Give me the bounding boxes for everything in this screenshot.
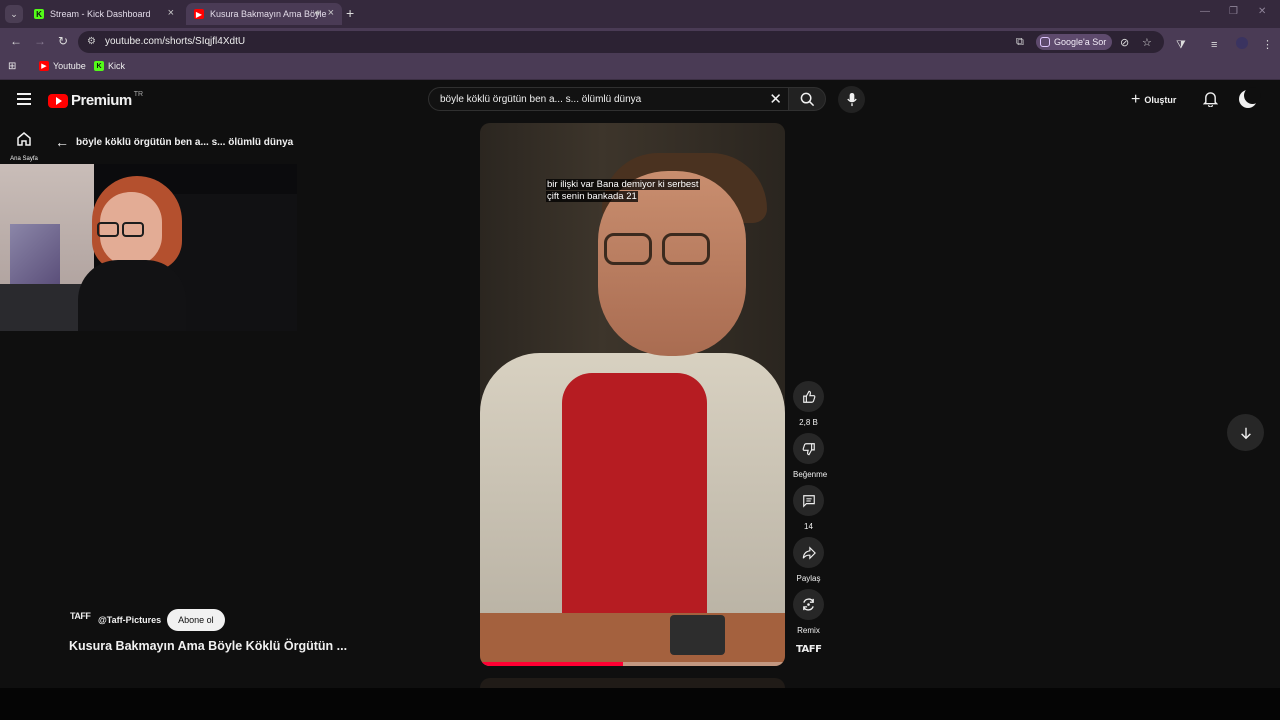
- moon-icon[interactable]: [1239, 87, 1261, 108]
- bottom-strip: [0, 688, 1280, 720]
- sidebar-item-home[interactable]: Ana Sayfa: [0, 131, 48, 162]
- close-tab-icon[interactable]: ×: [168, 7, 174, 19]
- home-icon: [17, 132, 31, 146]
- like-count: 2,8 B: [799, 418, 818, 427]
- profile-avatar[interactable]: [1236, 37, 1248, 49]
- tab-youtube-short[interactable]: ▶ Kusura Bakmayın Ama Böyle 🔊︎ ×: [186, 3, 342, 25]
- address-bar-row: ← → ↻ ⚙ youtube.com/shorts/SIqjfl4XdtU ⧉…: [0, 28, 1280, 56]
- channel-avatar-small[interactable]: TAFF: [796, 644, 822, 664]
- voice-search-button[interactable]: [838, 86, 865, 113]
- thumbs-down-icon: [802, 442, 815, 455]
- channel-avatar[interactable]: TAFF: [70, 611, 92, 629]
- site-info-icon[interactable]: ⚙: [87, 36, 96, 47]
- remix-icon: [803, 598, 814, 611]
- bell-icon: [1202, 92, 1219, 108]
- star-icon[interactable]: ☆: [1142, 36, 1152, 49]
- install-app-icon[interactable]: ⧉: [1016, 36, 1024, 49]
- youtube-icon: ▶: [194, 9, 204, 19]
- hamburger-menu-icon[interactable]: [17, 93, 31, 108]
- comment-icon: [802, 494, 815, 508]
- channel-row: TAFF @Taff-Pictures Abone ol: [70, 609, 225, 631]
- back-arrow-icon: ←: [55, 134, 69, 150]
- close-tab-icon[interactable]: ×: [328, 7, 334, 19]
- close-window-icon[interactable]: ✕: [1258, 6, 1266, 17]
- url-field[interactable]: ⚙ youtube.com/shorts/SIqjfl4XdtU ⧉ Googl…: [78, 31, 1164, 53]
- shorts-video-player[interactable]: bir ilişki var Bana demiyor ki serbest ç…: [480, 123, 785, 666]
- home-label: Ana Sayfa: [10, 156, 38, 162]
- tab-kick-dashboard[interactable]: K Stream - Kick Dashboard ×: [26, 3, 182, 25]
- google-ask-button[interactable]: Google'a Sor: [1036, 34, 1113, 50]
- eye-off-icon[interactable]: ⊘: [1120, 36, 1129, 49]
- share-label: Paylaş: [796, 574, 821, 583]
- tab-title: Kusura Bakmayın Ama Böyle: [210, 9, 327, 19]
- next-video-button[interactable]: [1227, 414, 1264, 451]
- search-button[interactable]: [788, 87, 826, 111]
- extensions-icon[interactable]: ⧩: [1176, 39, 1186, 52]
- webcam-overlay: [0, 164, 297, 331]
- new-tab-button[interactable]: +: [346, 5, 354, 21]
- like-button[interactable]: 2,8 B: [793, 381, 824, 427]
- tab-title: Stream - Kick Dashboard: [50, 9, 151, 19]
- menu-icon[interactable]: ⋮: [1262, 38, 1273, 51]
- bookmark-label: Youtube: [53, 61, 86, 71]
- restore-icon[interactable]: ❐: [1229, 6, 1238, 17]
- search-query: böyle köklü örgütün ben a... s... ölümlü…: [440, 94, 642, 105]
- url-text: youtube.com/shorts/SIqjfl4XdtU: [105, 36, 246, 47]
- google-lens-icon: [1040, 37, 1050, 47]
- remix-label: Remix: [797, 626, 820, 635]
- audio-icon[interactable]: 🔊︎: [315, 8, 320, 18]
- logo-region: TR: [133, 91, 144, 98]
- bookmark-kick[interactable]: K Kick: [94, 61, 125, 71]
- share-icon: [802, 545, 816, 560]
- youtube-premium-logo[interactable]: Premium TR: [48, 91, 144, 109]
- video-progress-fill: [480, 662, 624, 666]
- dislike-label: Beğenme: [793, 470, 828, 479]
- back-to-results[interactable]: ← böyle köklü örgütün ben a... s... ölüm…: [55, 134, 293, 150]
- share-button[interactable]: Paylaş: [793, 537, 824, 583]
- create-label: Oluştur: [1144, 95, 1177, 105]
- clear-search-icon[interactable]: ✕: [769, 90, 782, 108]
- subscribe-button[interactable]: Abone ol: [167, 609, 225, 631]
- avatar-text: TAFF: [796, 644, 822, 655]
- logo-word: Premium: [71, 92, 132, 109]
- create-button[interactable]: + Oluştur: [1131, 91, 1176, 109]
- dislike-button[interactable]: Beğenme: [793, 433, 828, 479]
- caption-line-2: çift senin bankada 21: [546, 191, 638, 202]
- video-caption: bir ilişki var Bana demiyor ki serbest ç…: [546, 179, 700, 203]
- reload-icon[interactable]: ↻: [58, 34, 68, 48]
- comments-button[interactable]: 14: [793, 485, 824, 531]
- tab-search-button[interactable]: ⌄: [5, 5, 23, 23]
- youtube-icon: ▶: [39, 61, 49, 71]
- microphone-icon: [846, 92, 857, 107]
- back-icon[interactable]: ←: [10, 34, 22, 48]
- minimize-icon[interactable]: —: [1200, 6, 1210, 17]
- kick-icon: K: [34, 9, 44, 19]
- browser-tab-bar: ⌄ K Stream - Kick Dashboard × ▶ Kusura B…: [0, 0, 1280, 28]
- youtube-play-icon: [48, 93, 68, 108]
- arrow-down-icon: [1240, 427, 1251, 439]
- forward-icon[interactable]: →: [34, 34, 46, 48]
- comment-count: 14: [804, 522, 813, 531]
- media-control-icon[interactable]: ≡: [1211, 39, 1217, 51]
- video-title[interactable]: Kusura Bakmayın Ama Böyle Köklü Örgütün …: [69, 639, 347, 653]
- bookmarks-bar: ⊞ ▶ Youtube K Kick: [0, 56, 1280, 80]
- google-ask-label: Google'a Sor: [1054, 37, 1107, 47]
- search-input[interactable]: böyle köklü örgütün ben a... s... ölümlü…: [428, 87, 790, 111]
- kick-icon: K: [94, 61, 104, 71]
- apps-icon[interactable]: ⊞: [8, 61, 16, 72]
- remix-button[interactable]: Remix: [793, 589, 824, 635]
- channel-name[interactable]: @Taff-Pictures: [98, 615, 161, 625]
- bookmark-label: Kick: [108, 61, 126, 71]
- bookmark-youtube[interactable]: ▶ Youtube: [39, 61, 86, 71]
- thumbs-up-icon: [802, 390, 815, 403]
- caption-line-1: bir ilişki var Bana demiyor ki serbest: [546, 179, 700, 190]
- plus-icon: +: [1131, 91, 1141, 108]
- search-icon: [800, 92, 814, 106]
- youtube-page: Premium TR böyle köklü örgütün ben a... …: [0, 81, 1280, 720]
- back-title: böyle köklü örgütün ben a... s... ölümlü…: [76, 136, 294, 148]
- notifications-button[interactable]: [1202, 91, 1219, 112]
